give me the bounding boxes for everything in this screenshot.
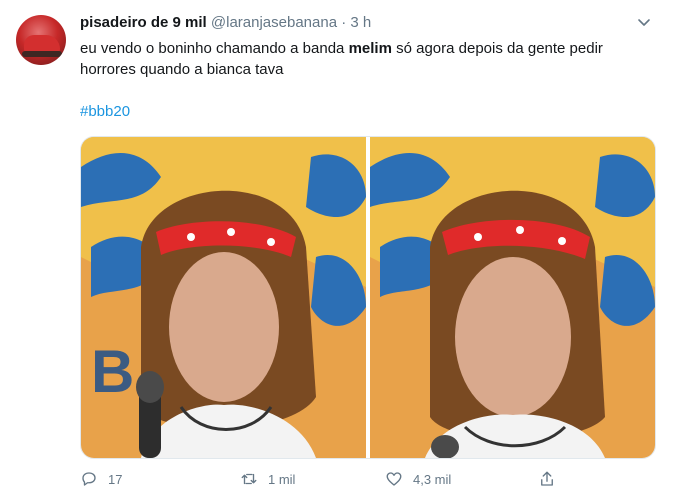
display-name[interactable]: pisadeiro de 9 mil (80, 14, 207, 31)
tweet-text-bold: melim (348, 40, 392, 57)
reply-count: 17 (108, 471, 123, 487)
retweet-count: 1 mil (268, 471, 296, 487)
photo-right[interactable] (370, 137, 655, 458)
photo-left[interactable]: B (81, 137, 366, 458)
chevron-down-icon[interactable] (636, 14, 652, 30)
avatar-sole-shape (22, 51, 62, 57)
photo-right-image (370, 137, 655, 458)
tweet-header: pisadeiro de 9 mil @laranjasebanana · 3 … (80, 14, 371, 31)
reply-action[interactable]: 17 (80, 470, 122, 488)
avatar[interactable] (16, 15, 66, 65)
media-grid: B (80, 136, 656, 459)
tweet-text: eu vendo o boninho chamando a banda meli… (80, 38, 650, 80)
hashtag-link[interactable]: #bbb20 (80, 103, 130, 120)
retweet-icon (241, 473, 257, 485)
share-icon (541, 471, 553, 486)
photo-left-image: B (81, 137, 366, 458)
reply-icon (82, 472, 96, 486)
separator-dot: · (341, 14, 347, 31)
timestamp[interactable]: 3 h (350, 14, 371, 31)
heart-icon (386, 472, 402, 486)
user-handle[interactable]: @laranjasebanana (211, 14, 337, 31)
like-count: 4,3 mil (413, 471, 452, 487)
svg-text:B: B (91, 338, 134, 405)
retweet-action[interactable]: 1 mil (240, 470, 295, 488)
tweet-text-part1: eu vendo o boninho chamando a banda (80, 40, 349, 57)
tweet-actions: 17 1 mil 4,3 mil (80, 470, 650, 492)
share-action[interactable] (538, 470, 556, 488)
like-action[interactable]: 4,3 mil (385, 470, 451, 488)
